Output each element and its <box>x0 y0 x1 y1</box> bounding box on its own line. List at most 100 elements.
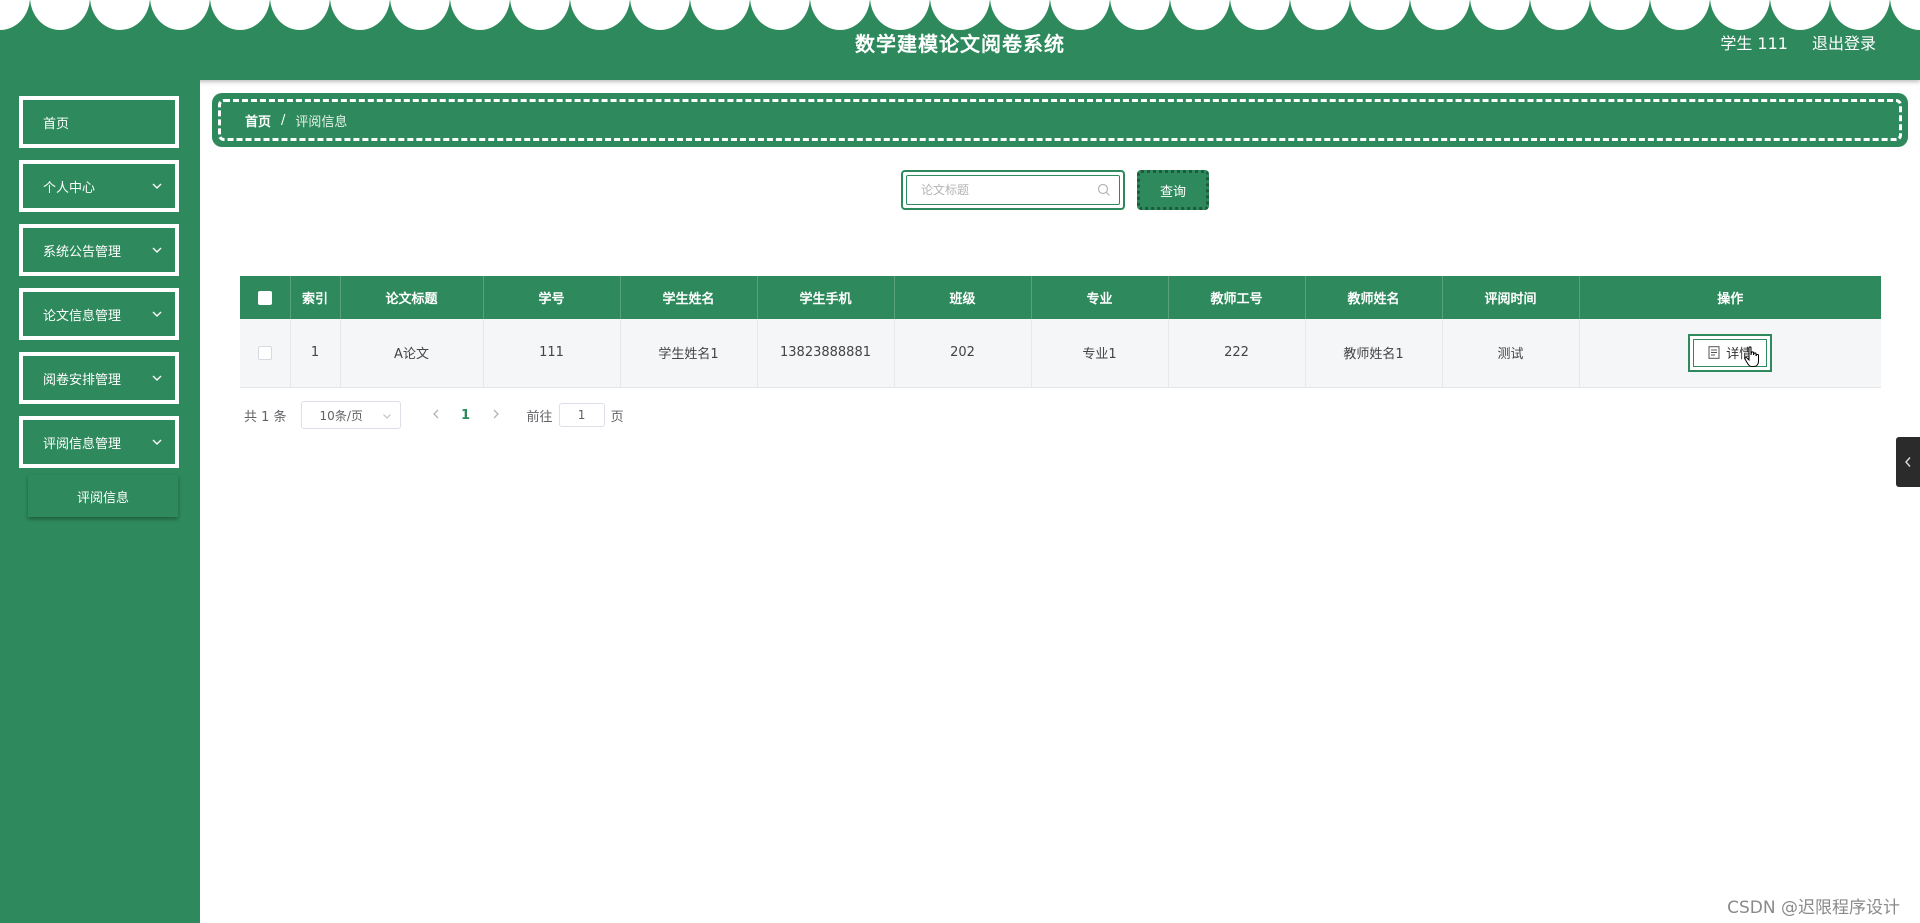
header-scallop <box>1770 0 1830 30</box>
chevron-left-icon <box>1905 457 1911 467</box>
header-scallop <box>1110 0 1170 30</box>
column-header: 评阅时间 <box>1442 276 1580 319</box>
goto-suffix: 页 <box>610 409 624 425</box>
sidebar-subitem-review-info[interactable]: 评阅信息 <box>28 475 178 517</box>
chevron-down-icon <box>152 183 162 189</box>
page-size-value: 10条/页 <box>319 408 363 423</box>
header-scallop <box>690 0 750 30</box>
breadcrumb-home-link[interactable]: 首页 <box>245 111 271 130</box>
app-title: 数学建模论文阅卷系统 <box>855 32 1065 56</box>
header-scallop <box>390 0 450 30</box>
header-scallop <box>330 0 390 30</box>
header-scallop <box>1170 0 1230 30</box>
header-scallop <box>1530 0 1590 30</box>
header-scallop <box>870 0 930 30</box>
breadcrumb-inner: 首页 / 评阅信息 <box>218 99 1902 141</box>
cell-student-name: 学生姓名1 <box>620 319 758 388</box>
header-scallop <box>30 0 90 30</box>
breadcrumb-separator: / <box>281 112 286 128</box>
sidebar-item-review-management[interactable]: 评阅信息管理 <box>19 416 179 468</box>
select-all-checkbox[interactable] <box>257 290 272 305</box>
search-field-wrapper <box>901 170 1125 210</box>
goto-label: 前往 <box>526 409 553 425</box>
column-header: 索引 <box>290 276 341 319</box>
search-field-inner <box>906 175 1120 205</box>
header-scallop <box>510 0 570 30</box>
header-scallop <box>1050 0 1110 30</box>
pagination: 共 1 条 10条/页 1 前往 页 <box>244 401 624 429</box>
header-scallop <box>750 0 810 30</box>
header-scallop <box>570 0 630 30</box>
cell-teacher-id: 222 <box>1168 319 1306 388</box>
page-number-current[interactable]: 1 <box>451 408 481 423</box>
column-header: 教师工号 <box>1168 276 1306 319</box>
cell-phone: 13823888881 <box>757 319 895 388</box>
sidebar-item-personal-center[interactable]: 个人中心 <box>19 160 179 212</box>
cell-actions: 详情 <box>1579 319 1881 388</box>
header-scallop <box>1830 0 1890 30</box>
row-checkbox[interactable] <box>257 345 272 360</box>
header-scallop-decoration <box>0 0 1920 30</box>
sidebar-item-home[interactable]: 首页 <box>19 96 179 148</box>
header-scallop <box>1350 0 1410 30</box>
header-scallop <box>1290 0 1350 30</box>
detail-button[interactable]: 详情 <box>1688 333 1773 372</box>
header-scallop <box>1710 0 1770 30</box>
column-header: 学生手机 <box>757 276 895 319</box>
chevron-down-icon <box>152 247 162 253</box>
cell-index: 1 <box>290 319 341 388</box>
search-button[interactable]: 查询 <box>1137 170 1209 210</box>
cell-major: 专业1 <box>1031 319 1169 388</box>
column-header: 专业 <box>1031 276 1169 319</box>
document-icon <box>1708 346 1720 360</box>
page-size-select[interactable]: 10条/页 <box>300 401 401 429</box>
sidebar-item-label: 系统公告管理 <box>43 244 122 260</box>
breadcrumb-current: 评阅信息 <box>295 114 348 130</box>
watermark: CSDN @迟限程序设计 <box>1727 898 1900 918</box>
hand-cursor-icon <box>1744 346 1760 367</box>
column-header: 论文标题 <box>340 276 484 319</box>
sidebar-item-label: 评阅信息管理 <box>43 436 122 452</box>
goto-page-input[interactable] <box>558 403 605 427</box>
cell-paper-title: A论文 <box>340 319 484 388</box>
chevron-down-icon <box>152 375 162 381</box>
header-scallop <box>1410 0 1470 30</box>
row-select-cell <box>240 319 291 388</box>
header-scallop <box>270 0 330 30</box>
prev-page-button[interactable] <box>421 407 451 423</box>
table-row: 1 A论文 111 学生姓名1 13823888881 202 专业1 222 … <box>240 319 1881 388</box>
current-user-label[interactable]: 学生 111 <box>1720 30 1788 54</box>
column-header: 学号 <box>483 276 621 319</box>
breadcrumb: 首页 / 评阅信息 <box>212 93 1908 147</box>
pagination-total: 共 1 条 <box>244 409 287 425</box>
header-scallop <box>630 0 690 30</box>
column-header: 教师姓名 <box>1305 276 1443 319</box>
sidebar-item-label: 阅卷安排管理 <box>43 372 122 388</box>
sidebar-item-grading-schedule[interactable]: 阅卷安排管理 <box>19 352 179 404</box>
column-header: 班级 <box>894 276 1032 319</box>
header-scallop <box>150 0 210 30</box>
header-scallop <box>810 0 870 30</box>
header-scallop <box>0 0 30 30</box>
cell-teacher-name: 教师姓名1 <box>1305 319 1443 388</box>
sidebar-item-papers[interactable]: 论文信息管理 <box>19 288 179 340</box>
next-page-button[interactable] <box>481 407 511 423</box>
sidebar-item-announcements[interactable]: 系统公告管理 <box>19 224 179 276</box>
header-scallop <box>210 0 270 30</box>
sidebar-item-label: 首页 <box>43 116 70 132</box>
header-scallop <box>990 0 1050 30</box>
sidebar-item-label: 个人中心 <box>43 180 96 196</box>
sidebar: 首页 个人中心 系统公告管理 论文信息管理 阅卷安排管理 评阅信息管理 评阅信息 <box>0 80 200 923</box>
chevron-right-icon <box>493 409 499 419</box>
table-header-row: 索引 论文标题 学号 学生姓名 学生手机 班级 专业 教师工号 教师姓名 评阅时… <box>240 276 1881 319</box>
cell-student-id: 111 <box>483 319 621 388</box>
chevron-down-icon <box>382 414 391 419</box>
logout-link[interactable]: 退出登录 <box>1812 30 1876 54</box>
search-input[interactable] <box>907 176 1119 204</box>
top-header: 数学建模论文阅卷系统 学生 111 退出登录 <box>0 0 1920 80</box>
side-collapse-tab[interactable] <box>1896 437 1920 487</box>
cell-review-time: 测试 <box>1442 319 1580 388</box>
review-table: 索引 论文标题 学号 学生姓名 学生手机 班级 专业 教师工号 教师姓名 评阅时… <box>240 276 1881 388</box>
search-icon <box>1097 183 1110 196</box>
chevron-down-icon <box>152 439 162 445</box>
